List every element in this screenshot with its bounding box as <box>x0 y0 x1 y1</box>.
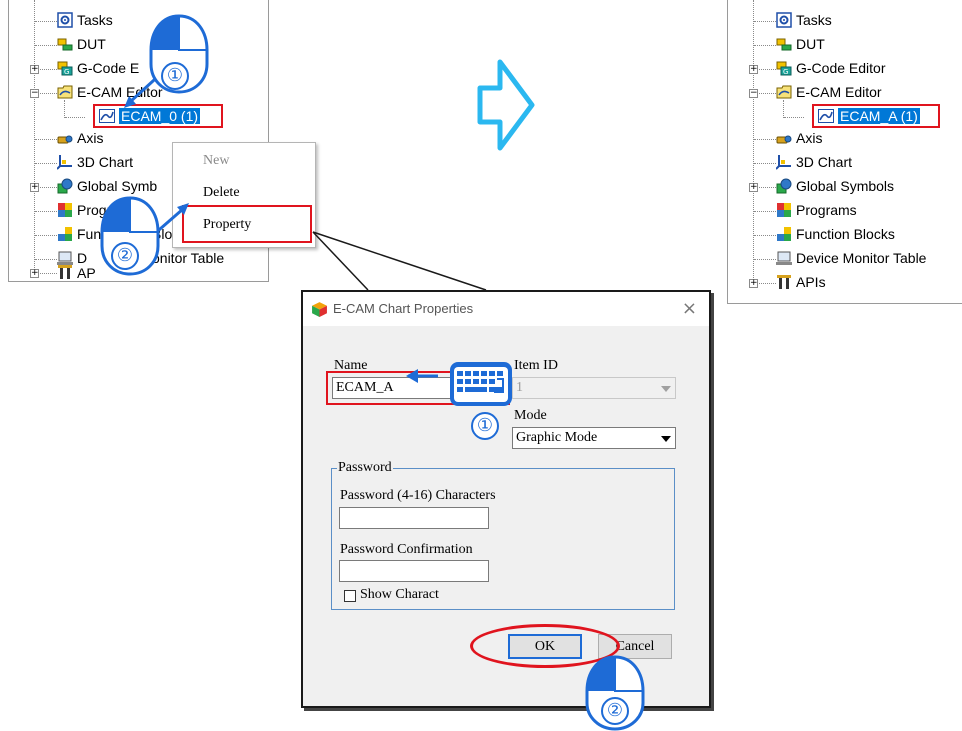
expand-plus-icon[interactable]: + <box>749 183 758 192</box>
programs-icon <box>777 203 791 217</box>
tree-item-label: E-CAM Editor <box>796 84 882 100</box>
tree-item-apis[interactable]: + APIs <box>728 272 958 294</box>
right-arrow-icon <box>477 59 535 151</box>
step-2-marker: ② <box>601 697 629 725</box>
callout-line <box>312 231 487 291</box>
close-icon[interactable]: × <box>682 298 697 319</box>
ecam-chart-properties-dialog: E-CAM Chart Properties × Name ECAM_A ① I… <box>301 290 711 708</box>
function-blocks-icon <box>777 227 791 241</box>
item-id-dropdown[interactable]: 1 <box>512 377 676 399</box>
expand-plus-icon[interactable]: + <box>749 279 758 288</box>
tree-item-label: Global Symbols <box>796 178 895 194</box>
tree-item-label: Tasks <box>796 12 832 28</box>
tree-item-programs[interactable]: Programs <box>728 200 958 222</box>
password-label: Password (4-16) Characters <box>340 488 496 503</box>
dialog-title: E-CAM Chart Properties <box>333 301 474 316</box>
chevron-down-icon <box>661 436 671 442</box>
tree-item-label: G-Code Editor <box>796 60 886 76</box>
mode-value: Graphic Mode <box>516 430 598 445</box>
global-symbols-icon <box>776 178 792 194</box>
step-1-marker: ① <box>161 62 189 90</box>
tree-item-function-blocks[interactable]: Function Blocks <box>728 224 958 246</box>
show-characters-label: Show Charact <box>360 587 439 602</box>
tree-item-gcode-editor[interactable]: + G G-Code Editor <box>728 58 958 80</box>
dut-icon <box>776 38 792 51</box>
keyboard-icon <box>406 362 512 406</box>
password-group-title: Password <box>337 460 393 476</box>
axis-icon <box>776 135 792 144</box>
tree-item-label: Axis <box>796 130 823 146</box>
highlight-frame <box>812 104 940 128</box>
tree-item-label: Function Blocks <box>796 226 895 242</box>
cancel-button-label: Cancel <box>615 639 655 654</box>
device-monitor-icon <box>776 251 792 265</box>
tree-item-tasks[interactable]: Tasks <box>728 10 958 32</box>
item-id-value: 1 <box>516 380 523 395</box>
dialog-titlebar[interactable]: E-CAM Chart Properties × <box>303 292 709 326</box>
tree-item-label: Device Monitor Table <box>796 250 927 266</box>
tree-item-3d-chart[interactable]: 3D Chart <box>728 152 958 174</box>
tree-item-label: Programs <box>796 202 857 218</box>
tree-item-label: DUT <box>796 36 825 52</box>
tree-item-device-monitor-table[interactable]: Device Monitor Table <box>728 248 958 270</box>
password-field[interactable] <box>339 507 489 529</box>
mode-dropdown[interactable]: Graphic Mode <box>512 427 676 449</box>
mode-label: Mode <box>514 408 547 423</box>
tree-item-dut[interactable]: DUT <box>728 34 958 56</box>
right-project-tree: Tasks DUT + G G-Code Editor − E-CAM Edit… <box>727 0 962 304</box>
gcode-editor-icon: G <box>776 61 792 76</box>
step-2-marker: ② <box>111 242 139 270</box>
password-confirm-label: Password Confirmation <box>340 542 473 557</box>
svg-text:G: G <box>783 68 788 76</box>
tasks-icon <box>776 12 792 28</box>
expand-plus-icon[interactable]: + <box>749 65 758 74</box>
chevron-down-icon <box>661 386 671 392</box>
tree-item-global-symbols[interactable]: + Global Symbols <box>728 176 958 198</box>
step-1-marker: ① <box>471 412 499 440</box>
ecam-editor-icon <box>776 85 792 99</box>
tree-item-axis[interactable]: Axis <box>728 128 958 150</box>
tree-item-label: 3D Chart <box>796 154 853 170</box>
item-id-label: Item ID <box>514 358 558 373</box>
apis-icon <box>777 275 791 289</box>
collapse-minus-icon[interactable]: − <box>749 89 758 98</box>
show-characters-checkbox[interactable] <box>344 590 356 602</box>
3d-chart-icon <box>776 155 791 170</box>
tree-item-ecam-editor[interactable]: − E-CAM Editor <box>728 82 958 104</box>
tree-item-label: APIs <box>796 274 826 290</box>
app-cube-icon <box>312 302 327 317</box>
password-confirm-field[interactable] <box>339 560 489 582</box>
